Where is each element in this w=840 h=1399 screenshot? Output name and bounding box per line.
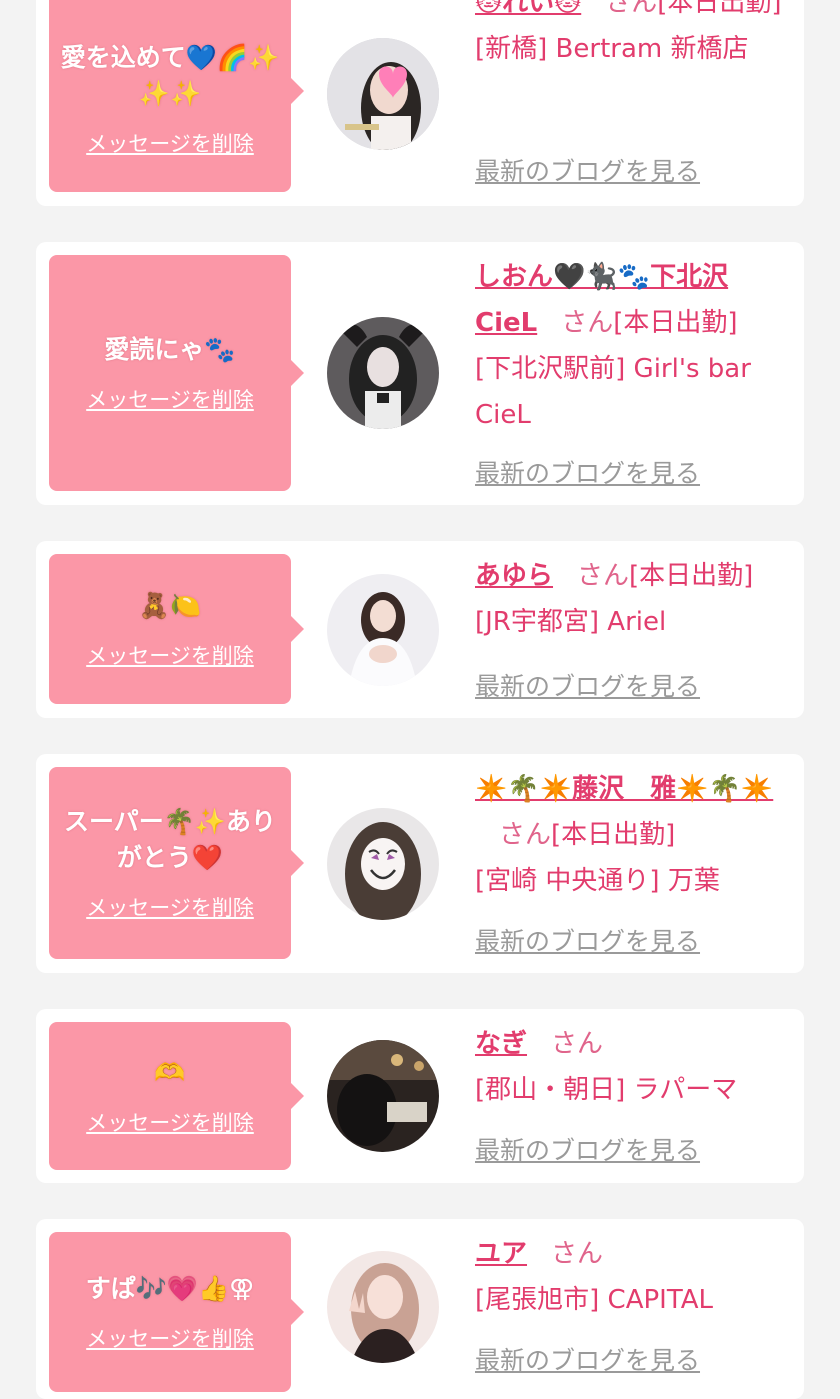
delete-message-link[interactable]: メッセージを削除	[86, 1323, 254, 1353]
shop-text: [宮崎 中央通り] 万葉	[475, 866, 720, 896]
latest-blog-link[interactable]: 最新のブログを見る	[475, 1131, 700, 1167]
member-info: しおん🖤🐈‍⬛🐾下北沢CieL さん[本日出勤] [下北沢駅前] Girl's b…	[475, 254, 790, 438]
avatar[interactable]	[327, 38, 439, 150]
delete-message-link[interactable]: メッセージを削除	[86, 640, 254, 670]
member-info: ✴️🌴✴️藤沢 雅✴️🌴✴️ さん[本日出勤] [宮崎 中央通り] 万葉	[475, 766, 790, 904]
message-text: 愛を込めて💙🌈✨✨✨	[60, 43, 280, 108]
message-bubble: 愛読にゃ🐾 メッセージを削除	[49, 255, 304, 491]
latest-blog-link[interactable]: 最新のブログを見る	[475, 922, 700, 958]
message-bubble: スーパー🌴✨ありがとう❤️ メッセージを削除	[49, 767, 304, 959]
member-info: あゆら さん[本日出勤] [JR宇都宮] Ariel	[475, 553, 790, 645]
honorific: さん	[561, 308, 614, 338]
status-text: [本日出勤]	[629, 561, 754, 591]
message-text: 🧸🍋	[138, 591, 202, 620]
honorific: さん	[499, 820, 552, 850]
member-name-link[interactable]: あゆら	[475, 561, 553, 591]
member-info: 🐱れい🐱 さん[本日出勤] [新橋] Bertram 新橋店	[475, 0, 790, 72]
delete-message-link[interactable]: メッセージを削除	[86, 128, 254, 158]
message-bubble: すぱ🎶💗👍⚢ メッセージを削除	[49, 1232, 304, 1392]
status-text: [本日出勤]	[657, 0, 782, 18]
message-card: 🧸🍋 メッセージを削除 あゆら さん[本日出勤] [JR宇都宮] Ariel 最新…	[36, 541, 804, 718]
honorific: さん	[577, 561, 630, 591]
message-text: 🫶	[154, 1058, 186, 1087]
delete-message-link[interactable]: メッセージを削除	[86, 892, 254, 922]
shop-text: [尾張旭市] CAPITAL	[475, 1285, 713, 1315]
delete-message-link[interactable]: メッセージを削除	[86, 384, 254, 414]
message-text: スーパー🌴✨ありがとう❤️	[63, 807, 276, 872]
message-card: 🫶 メッセージを削除 なぎ さん [郡山・朝日] ラパーマ 最新のブログを見る	[36, 1009, 804, 1183]
shop-text: [下北沢駅前] Girl's bar CieL	[475, 354, 751, 430]
message-card: 愛を込めて💙🌈✨✨✨ メッセージを削除 🐱れい🐱 さん[本日出勤] [新橋] Be…	[36, 0, 804, 206]
message-card: 愛読にゃ🐾 メッセージを削除 しおん🖤🐈‍⬛🐾下北沢CieL さん[本日出勤] […	[36, 242, 804, 505]
avatar[interactable]	[327, 1040, 439, 1152]
member-name-link[interactable]: ✴️🌴✴️藤沢 雅✴️🌴✴️	[475, 774, 773, 804]
status-text: [本日出勤]	[551, 820, 676, 850]
honorific: さん	[551, 1029, 604, 1059]
avatar[interactable]	[327, 808, 439, 920]
honorific: さん	[551, 1239, 604, 1269]
avatar[interactable]	[327, 574, 439, 686]
latest-blog-link[interactable]: 最新のブログを見る	[475, 152, 700, 188]
message-bubble: 🫶 メッセージを削除	[49, 1022, 304, 1170]
message-text: 愛読にゃ🐾	[104, 335, 236, 364]
member-info: ユア さん [尾張旭市] CAPITAL	[475, 1231, 790, 1323]
member-name-link[interactable]: 🐱れい🐱	[475, 0, 581, 18]
member-info: なぎ さん [郡山・朝日] ラパーマ	[475, 1021, 790, 1113]
delete-message-link[interactable]: メッセージを削除	[86, 1107, 254, 1137]
message-bubble: 🧸🍋 メッセージを削除	[49, 554, 304, 704]
message-text: すぱ🎶💗👍⚢	[85, 1274, 255, 1303]
latest-blog-link[interactable]: 最新のブログを見る	[475, 667, 700, 703]
latest-blog-link[interactable]: 最新のブログを見る	[475, 454, 700, 490]
message-card: すぱ🎶💗👍⚢ メッセージを削除 ユア さん [尾張旭市] CAPITAL 最新のブ…	[36, 1219, 804, 1399]
latest-blog-link[interactable]: 最新のブログを見る	[475, 1341, 700, 1377]
honorific: さん	[605, 0, 658, 18]
member-name-link[interactable]: ユア	[475, 1239, 527, 1269]
shop-text: [郡山・朝日] ラパーマ	[475, 1075, 738, 1105]
status-text: [本日出勤]	[613, 308, 738, 338]
member-name-link[interactable]: なぎ	[475, 1029, 527, 1059]
shop-text: [新橋] Bertram 新橋店	[475, 34, 749, 64]
message-card: スーパー🌴✨ありがとう❤️ メッセージを削除 ✴️🌴✴️藤沢 雅✴️🌴✴️さん[…	[36, 754, 804, 973]
avatar[interactable]	[327, 1251, 439, 1363]
message-bubble: 愛を込めて💙🌈✨✨✨ メッセージを削除	[49, 0, 304, 192]
avatar[interactable]	[327, 317, 439, 429]
shop-text: [JR宇都宮] Ariel	[475, 607, 667, 637]
